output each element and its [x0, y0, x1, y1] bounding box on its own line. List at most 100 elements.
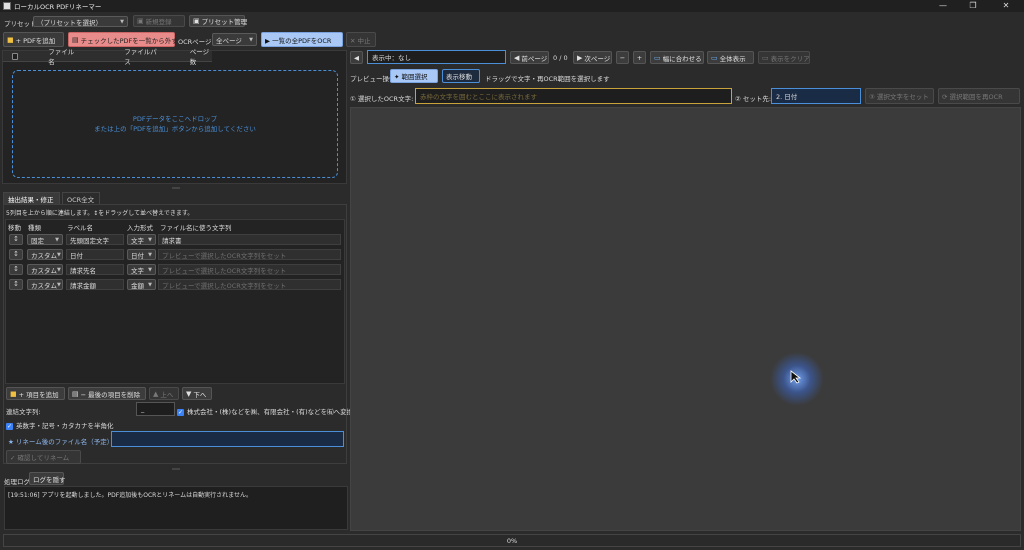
- next-page-button[interactable]: ▶ 次ページ: [573, 51, 612, 64]
- label-input[interactable]: 請求金額: [66, 279, 124, 290]
- format-value: 文字: [131, 266, 144, 275]
- log-line: [19:51:06] アプリを起動しました。PDF追加後もOCRとリネームは自動…: [8, 492, 252, 499]
- delete-last-button[interactable]: ▤ − 最後の項目を削除: [68, 387, 146, 400]
- chevron-down-icon: ▼: [148, 281, 152, 288]
- label-input[interactable]: 請求先名: [66, 264, 124, 275]
- log-output: [19:51:06] アプリを起動しました。PDF追加後もOCRとリネームは自動…: [4, 486, 348, 530]
- preset-select[interactable]: （プリセットを選択） ▼: [33, 16, 128, 27]
- zoom-out-button[interactable]: −: [616, 51, 629, 64]
- drop-line-2: または上の「PDFを追加」ボタンから追加してください: [94, 125, 256, 133]
- drag-handle-icon[interactable]: ↕: [9, 234, 23, 245]
- col-value: ファイル名に使う文字列: [160, 224, 232, 232]
- format-select[interactable]: 文字 ▼: [127, 234, 156, 245]
- tab-extract[interactable]: 抽出結果・修正: [3, 192, 60, 204]
- add-pdf-button[interactable]: ■ + PDFを追加: [3, 32, 64, 47]
- chevron-down-icon: ▼: [120, 18, 124, 25]
- extract-hint: 5列目を上から順に連結します。↕をドラッグして並べ替えできます。: [6, 210, 194, 217]
- value-input[interactable]: プレビューで選択したOCR文字列をセット: [158, 279, 341, 290]
- hide-log-button[interactable]: ログを隠す: [29, 472, 66, 485]
- fit-all-button[interactable]: ▭ 全体表示: [707, 51, 754, 64]
- nav-left-button[interactable]: ◀: [350, 51, 363, 64]
- chevron-down-icon: ▼: [55, 236, 59, 243]
- drag-handle-icon[interactable]: ↕: [9, 264, 23, 275]
- halfwidth-label: 英数字・記号・カタカナを半角化: [16, 422, 114, 430]
- prev-page-button[interactable]: ◀ 前ページ: [510, 51, 549, 64]
- joiner-input[interactable]: _: [136, 402, 175, 416]
- selected-ocr-field[interactable]: 赤枠の文字を囲むとここに表示されます: [415, 88, 732, 104]
- re-ocr-button[interactable]: ⟳ 選択範囲を再OCR: [938, 88, 1020, 104]
- tab-ocr-full[interactable]: OCR全文: [62, 192, 100, 204]
- joiner-label: 連結文字列:: [6, 408, 41, 416]
- format-select[interactable]: 金額 ▼: [127, 279, 156, 290]
- format-value: 日付: [131, 251, 144, 260]
- save-icon: ▣: [137, 17, 144, 25]
- preset-manage-button[interactable]: ▣ プリセット管理: [189, 15, 247, 27]
- kind-select[interactable]: カスタム ▼: [27, 279, 63, 290]
- col-move: 移動: [8, 224, 21, 232]
- kind-select[interactable]: 固定 ▼: [27, 234, 63, 245]
- value-input[interactable]: プレビューで選択したOCR文字列をセット: [158, 249, 341, 260]
- maximize-button[interactable]: ❐: [958, 0, 988, 12]
- range-select-button[interactable]: ✦ 範囲選択: [390, 69, 438, 83]
- fit-width-button[interactable]: ▭ 幅に合わせる: [650, 51, 704, 64]
- chevron-down-icon: ▼: [57, 251, 61, 258]
- company-replace-checkbox[interactable]: ✓: [177, 409, 184, 416]
- file-icon: ▤: [72, 35, 79, 44]
- value-input[interactable]: 請求書: [158, 234, 341, 245]
- set-target-select[interactable]: 2. 日付: [771, 88, 861, 104]
- next-page-label: 次ページ: [584, 54, 611, 63]
- col-kind: 種類: [28, 224, 41, 232]
- move-down-button[interactable]: ▼ 下へ: [182, 387, 212, 400]
- kind-select[interactable]: カスタム ▼: [27, 249, 63, 260]
- pdf-drop-zone[interactable]: PDFデータをここへドロップ または上の「PDFを追加」ボタンから追加してくださ…: [12, 70, 338, 178]
- kind-value: カスタム: [31, 266, 57, 275]
- stop-button[interactable]: ✕ 中止: [346, 32, 376, 47]
- confirm-rename-button[interactable]: ✓ 確認してリネーム: [6, 450, 81, 464]
- add-pdf-label: + PDFを追加: [15, 36, 56, 45]
- ocr-pages-select[interactable]: 全ページ ▼: [212, 33, 257, 46]
- tab-bar: 抽出結果・修正 OCR全文: [3, 192, 348, 204]
- format-select[interactable]: 日付 ▼: [127, 249, 156, 260]
- new-preset-button[interactable]: ▣ 新規登録: [133, 15, 185, 27]
- folder-icon: ■: [7, 35, 14, 44]
- drag-handle-icon[interactable]: ↕: [9, 249, 23, 260]
- company-replace-label: 株式会社・(株)などを㈱、有限会社・(有)などを㈲へ変換: [187, 408, 354, 416]
- set-text-button[interactable]: ③ 選択文字をセット: [865, 88, 934, 104]
- value-input[interactable]: プレビューで選択したOCR文字列をセット: [158, 264, 341, 275]
- arrow-up-icon: ▲: [153, 389, 159, 398]
- remove-checked-button[interactable]: ▤ チェックしたPDFを一覧から外す: [68, 32, 178, 47]
- fit-width-label: 幅に合わせる: [662, 54, 702, 63]
- move-up-button[interactable]: ▲ 上へ: [149, 387, 179, 400]
- clear-display-button[interactable]: ▭ 表示をクリア: [758, 51, 810, 64]
- kind-select[interactable]: カスタム ▼: [27, 264, 63, 275]
- rename-output-field[interactable]: [111, 431, 344, 447]
- select-all-checkbox[interactable]: [12, 52, 19, 60]
- minimize-button[interactable]: —: [928, 0, 958, 12]
- title-bar: ローカルOCR PDFリネーマー — ❐ ✕: [0, 0, 1024, 12]
- ocr-all-button[interactable]: ▶ 一覧の全PDFをOCR: [261, 32, 343, 47]
- col-format: 入力形式: [127, 224, 153, 232]
- zoom-in-button[interactable]: +: [633, 51, 646, 64]
- pan-button[interactable]: 表示移動: [442, 69, 480, 83]
- drag-handle-icon[interactable]: ↕: [9, 279, 23, 290]
- remove-checked-label: チェックしたPDFを一覧から外す: [80, 36, 178, 45]
- window-title: ローカルOCR PDFリネーマー: [14, 3, 102, 11]
- company-replace-option[interactable]: ✓ 株式会社・(株)などを㈱、有限会社・(有)などを㈲へ変換: [177, 406, 353, 416]
- halfwidth-checkbox[interactable]: ✓: [6, 423, 13, 430]
- halfwidth-option[interactable]: ✓ 英数字・記号・カタカナを半角化: [6, 420, 114, 430]
- set-target-label: ② セット先:: [735, 95, 772, 103]
- app-icon: [3, 2, 11, 10]
- format-select[interactable]: 文字 ▼: [127, 264, 156, 275]
- ocr-all-label: ▶ 一覧の全PDFをOCR: [265, 36, 332, 45]
- format-value: 金額: [131, 281, 144, 290]
- pdf-preview-canvas[interactable]: [350, 107, 1021, 531]
- close-window-button[interactable]: ✕: [988, 0, 1024, 12]
- monitor-icon: ▭: [711, 53, 718, 62]
- label-input[interactable]: 日付: [66, 249, 124, 260]
- image-icon: ▭: [762, 53, 769, 62]
- add-item-button[interactable]: ■ + 項目を追加: [6, 387, 65, 400]
- splitter-handle[interactable]: [172, 187, 180, 189]
- splitter-handle[interactable]: [172, 468, 180, 470]
- rename-label: ★ リネーム後のファイル名（予定）: [8, 438, 114, 446]
- label-input[interactable]: 先頭固定文字: [66, 234, 124, 245]
